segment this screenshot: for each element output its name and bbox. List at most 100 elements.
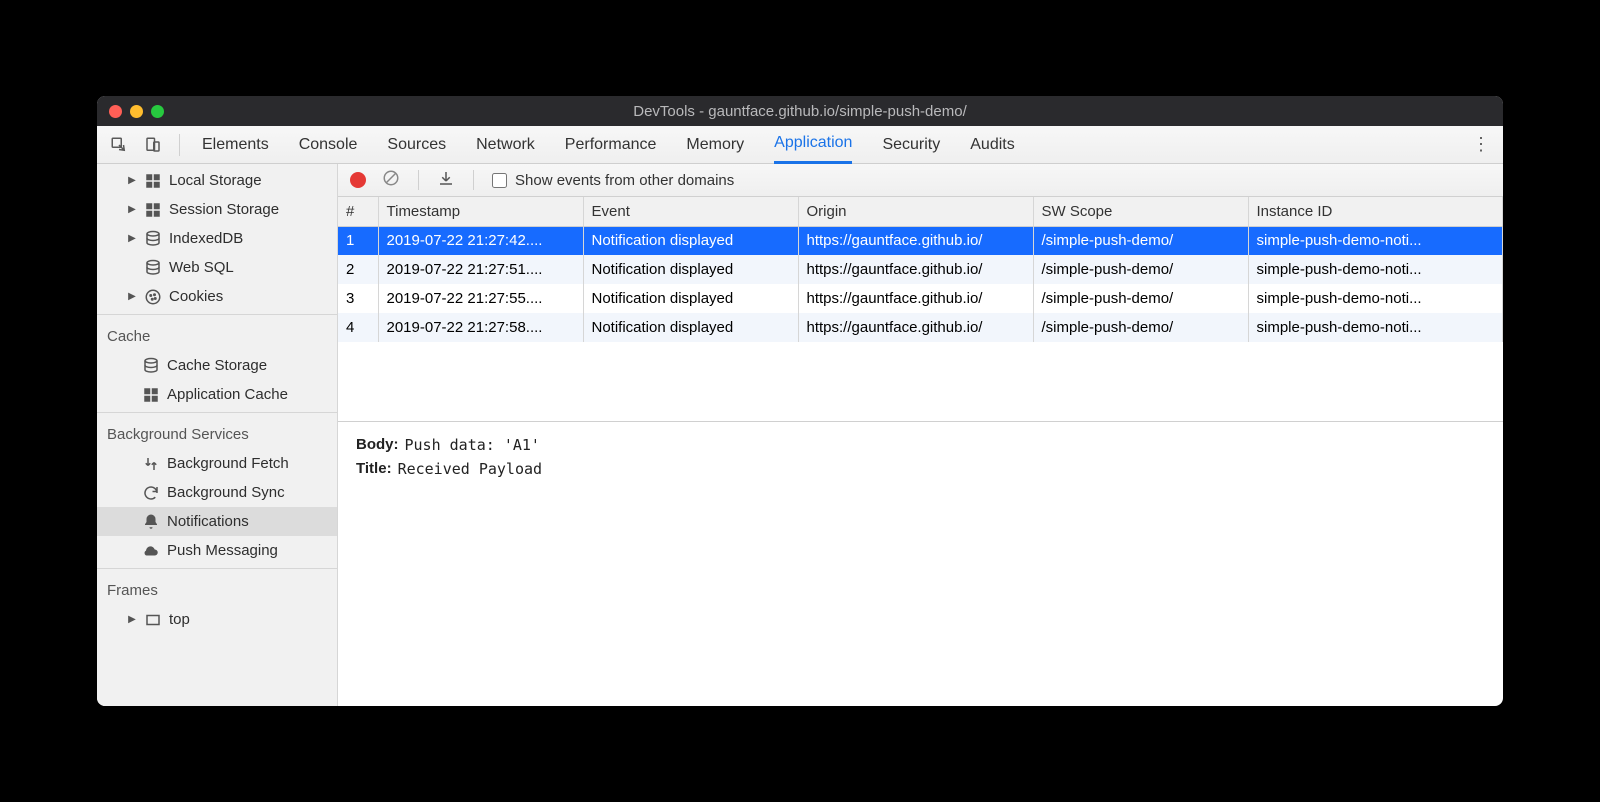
column-header[interactable]: Origin: [798, 197, 1033, 226]
show-events-checkbox-input[interactable]: [492, 173, 507, 188]
main-tabs: Elements Console Sources Network Performance…: [202, 126, 1461, 164]
cell-sw: /simple-push-demo/: [1033, 226, 1248, 255]
tab-audits[interactable]: Audits: [970, 126, 1014, 164]
sidebar-item-cookies[interactable]: ▶ Cookies: [97, 282, 337, 311]
content-pane: Show events from other domains #Timestam…: [338, 164, 1503, 706]
sidebar-item-local-storage[interactable]: ▶Local Storage: [97, 166, 337, 195]
column-header[interactable]: Instance ID: [1248, 197, 1503, 226]
cell-n: 4: [338, 313, 378, 342]
sidebar-item-label: Session Storage: [169, 201, 279, 218]
arrows-icon: [142, 455, 160, 473]
table-row[interactable]: 32019-07-22 21:27:55....Notification dis…: [338, 284, 1503, 313]
device-toolbar-icon[interactable]: [139, 131, 167, 159]
content-toolbar: Show events from other domains: [338, 164, 1503, 197]
grid-icon: [144, 172, 162, 190]
tab-sources[interactable]: Sources: [387, 126, 446, 164]
cell-ts: 2019-07-22 21:27:51....: [378, 255, 583, 284]
sidebar-item-label: Push Messaging: [167, 542, 278, 559]
clear-button[interactable]: [382, 169, 400, 191]
tab-application[interactable]: Application: [774, 126, 852, 164]
sidebar-item-label: Application Cache: [167, 386, 288, 403]
expand-triangle-icon[interactable]: ▶: [127, 614, 137, 625]
tab-memory[interactable]: Memory: [686, 126, 744, 164]
sidebar-item-background-fetch[interactable]: ▶Background Fetch: [97, 449, 337, 478]
cell-ev: Notification displayed: [583, 284, 798, 313]
db-icon: [144, 230, 162, 248]
table-row[interactable]: 12019-07-22 21:27:42....Notification dis…: [338, 226, 1503, 255]
column-header[interactable]: SW Scope: [1033, 197, 1248, 226]
expand-triangle-icon[interactable]: ▶: [127, 233, 137, 244]
record-button[interactable]: [350, 172, 366, 188]
tab-network[interactable]: Network: [476, 126, 535, 164]
details-body-value: Push data: 'A1': [405, 436, 540, 454]
sidebar-item-label: Cookies: [169, 288, 223, 305]
tab-security[interactable]: Security: [882, 126, 940, 164]
table-row[interactable]: 22019-07-22 21:27:51....Notification dis…: [338, 255, 1503, 284]
grid-icon: [144, 201, 162, 219]
cell-sw: /simple-push-demo/: [1033, 284, 1248, 313]
cell-n: 2: [338, 255, 378, 284]
cell-or: https://gauntface.github.io/: [798, 313, 1033, 342]
titlebar: DevTools - gauntface.github.io/simple-pu…: [97, 96, 1503, 126]
cell-sw: /simple-push-demo/: [1033, 255, 1248, 284]
sidebar-item-top[interactable]: ▶top: [97, 605, 337, 634]
sidebar-item-label: IndexedDB: [169, 230, 243, 247]
expand-triangle-icon[interactable]: ▶: [127, 204, 137, 215]
main-area: ▶Local Storage▶Session Storage▶IndexedDB…: [97, 164, 1503, 706]
close-window-button[interactable]: [109, 105, 122, 118]
cell-sw: /simple-push-demo/: [1033, 313, 1248, 342]
sidebar-item-label: Background Sync: [167, 484, 285, 501]
cell-ev: Notification displayed: [583, 313, 798, 342]
sidebar-item-application-cache[interactable]: ▶Application Cache: [97, 380, 337, 409]
rect-icon: [144, 611, 162, 629]
show-events-checkbox[interactable]: Show events from other domains: [492, 172, 734, 189]
separator: [473, 170, 474, 190]
window-title: DevTools - gauntface.github.io/simple-pu…: [97, 103, 1503, 120]
sidebar-item-session-storage[interactable]: ▶ Session Storage: [97, 195, 337, 224]
tab-console[interactable]: Console: [299, 126, 358, 164]
details-title-value: Received Payload: [398, 460, 543, 478]
cell-n: 3: [338, 284, 378, 313]
separator: [97, 568, 337, 569]
column-header[interactable]: Timestamp: [378, 197, 583, 226]
sidebar-item-label: Web SQL: [169, 259, 234, 276]
kebab-menu-icon[interactable]: ⋮: [1467, 134, 1495, 155]
separator: [97, 314, 337, 315]
column-header[interactable]: #: [338, 197, 378, 226]
cell-id: simple-push-demo-noti...: [1248, 255, 1503, 284]
cell-or: https://gauntface.github.io/: [798, 226, 1033, 255]
details-title-label: Title:: [356, 460, 392, 478]
sidebar-item-cache-storage[interactable]: ▶Cache Storage: [97, 351, 337, 380]
cell-ev: Notification displayed: [583, 226, 798, 255]
sidebar-item-notifications[interactable]: ▶Notifications: [97, 507, 337, 536]
bell-icon: [142, 513, 160, 531]
sidebar-item-web-sql[interactable]: ▶Web SQL: [97, 253, 337, 282]
sidebar: ▶Local Storage▶Session Storage▶IndexedDB…: [97, 164, 338, 706]
db-icon: [144, 259, 162, 277]
download-button[interactable]: [437, 169, 455, 191]
zoom-window-button[interactable]: [151, 105, 164, 118]
sidebar-item-label: Notifications: [167, 513, 249, 530]
cell-or: https://gauntface.github.io/: [798, 255, 1033, 284]
tab-elements[interactable]: Elements: [202, 126, 269, 164]
events-table-wrap[interactable]: #TimestampEventOriginSW ScopeInstance ID…: [338, 197, 1503, 422]
cookie-icon: [144, 288, 162, 306]
sidebar-item-indexeddb[interactable]: ▶ IndexedDB: [97, 224, 337, 253]
devtools-window: DevTools - gauntface.github.io/simple-pu…: [97, 96, 1503, 706]
expand-triangle-icon[interactable]: ▶: [127, 175, 137, 186]
sidebar-item-background-sync[interactable]: ▶Background Sync: [97, 478, 337, 507]
column-header[interactable]: Event: [583, 197, 798, 226]
inspect-element-icon[interactable]: [105, 131, 133, 159]
details-body-label: Body:: [356, 436, 399, 454]
table-row[interactable]: 42019-07-22 21:27:58....Notification dis…: [338, 313, 1503, 342]
expand-triangle-icon[interactable]: ▶: [127, 291, 137, 302]
cell-ts: 2019-07-22 21:27:42....: [378, 226, 583, 255]
cell-id: simple-push-demo-noti...: [1248, 284, 1503, 313]
minimize-window-button[interactable]: [130, 105, 143, 118]
sidebar-section-bg-services: Background Services: [97, 416, 337, 449]
grid-icon: [142, 386, 160, 404]
separator: [97, 412, 337, 413]
tab-performance[interactable]: Performance: [565, 126, 657, 164]
sidebar-item-push-messaging[interactable]: ▶Push Messaging: [97, 536, 337, 565]
cell-n: 1: [338, 226, 378, 255]
